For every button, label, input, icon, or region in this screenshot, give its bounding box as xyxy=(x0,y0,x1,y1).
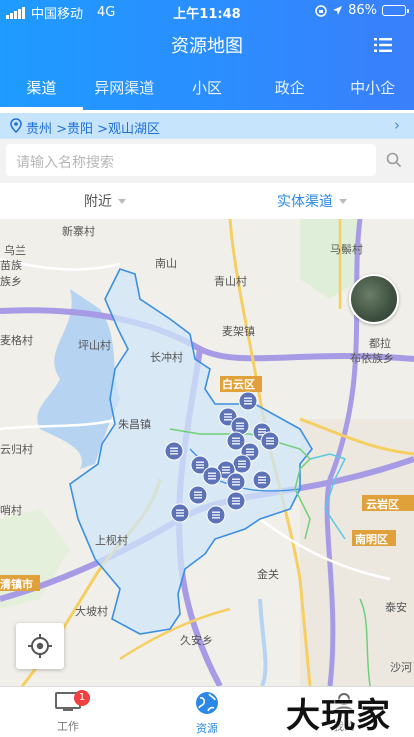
location-pin-icon xyxy=(10,118,22,133)
map-label: 长冲村 xyxy=(150,351,183,364)
tab-other-network-channel[interactable]: 异网渠道 xyxy=(83,70,166,110)
battery-icon xyxy=(382,5,409,16)
map-label: 朱昌镇 xyxy=(118,418,151,431)
tab-community[interactable]: 小区 xyxy=(166,70,249,110)
map-label: 坪山村 xyxy=(78,339,111,352)
map-label: 金关 xyxy=(257,568,279,581)
map-label: 新寨村 xyxy=(62,225,95,238)
satellite-layer-toggle[interactable] xyxy=(349,274,399,324)
map-label: 泰安 xyxy=(385,601,407,614)
map-label: 南山 xyxy=(155,257,177,270)
category-tabs: 渠道 异网渠道 小区 政企 中小企 xyxy=(0,70,414,110)
map-label: 哨村 xyxy=(0,504,22,517)
map-label: 白云区 xyxy=(222,378,255,391)
page-title: 资源地图 xyxy=(171,36,243,57)
nav-resources[interactable]: 资源 xyxy=(167,691,247,736)
channel-marker[interactable] xyxy=(226,491,246,511)
filter-bar: 附近 实体渠道 xyxy=(0,183,414,219)
map-label: 马鬃村 xyxy=(330,243,363,256)
channel-marker[interactable] xyxy=(202,466,222,486)
battery-percent: 86% xyxy=(348,3,377,18)
globe-icon xyxy=(196,692,218,714)
map-label: 沙河 xyxy=(390,661,412,674)
map-label: 上枧村 xyxy=(95,534,128,547)
channel-marker[interactable] xyxy=(188,485,208,505)
map-label: 青山村 xyxy=(214,275,247,288)
crosshair-icon xyxy=(28,634,52,658)
map-label: 族乡 xyxy=(0,275,22,288)
map-label: 清镇市 xyxy=(0,578,33,591)
search-input[interactable]: 请输入名称搜索 xyxy=(6,144,376,176)
channel-marker[interactable] xyxy=(206,505,226,525)
tab-government-enterprise[interactable]: 政企 xyxy=(248,70,331,110)
tab-channel[interactable]: 渠道 xyxy=(0,70,83,110)
caret-down-icon xyxy=(339,198,347,204)
region-breadcrumb[interactable]: 贵州 >贵阳 >观山湖区 › xyxy=(0,113,414,139)
map-label: 云归村 xyxy=(0,443,33,456)
channel-marker[interactable] xyxy=(260,431,280,451)
channel-type-filter-label: 实体渠道 xyxy=(277,194,333,210)
location-arrow-icon xyxy=(333,6,343,15)
notification-badge: 1 xyxy=(74,690,90,706)
map-label: 苗族 xyxy=(0,259,22,272)
nav-work-label: 工作 xyxy=(57,720,79,733)
nearby-filter-label: 附近 xyxy=(84,194,112,210)
search-placeholder: 请输入名称搜索 xyxy=(16,155,114,171)
channel-marker[interactable] xyxy=(170,503,190,523)
map-label: 大坡村 xyxy=(75,605,108,618)
channel-marker[interactable] xyxy=(226,472,246,492)
channel-marker[interactable] xyxy=(232,454,252,474)
search-icon[interactable] xyxy=(386,152,402,168)
map-label: 南明区 xyxy=(355,533,388,546)
channel-marker[interactable] xyxy=(252,470,272,490)
channel-marker[interactable] xyxy=(238,391,258,411)
map-label: 布依族乡 xyxy=(350,352,394,365)
nav-resources-label: 资源 xyxy=(196,722,218,735)
watermark: 大玩家 xyxy=(286,696,391,736)
map-label: 都拉 xyxy=(369,337,391,350)
region-path: 贵州 >贵阳 >观山湖区 xyxy=(26,122,161,137)
map-label: 乌兰 xyxy=(4,244,26,257)
status-bar: 中国移动 4G 上午11:48 86% xyxy=(0,0,414,22)
locate-button[interactable] xyxy=(16,623,64,669)
chevron-right-icon: › xyxy=(394,116,400,134)
resource-map[interactable]: 新寨村 苗族 族乡 乌兰 麦格村 坪山村 长冲村 南山 青山村 麦架镇 马鬃村 … xyxy=(0,219,414,686)
channel-type-filter[interactable]: 实体渠道 xyxy=(277,191,347,211)
app-header: 中国移动 4G 上午11:48 86% 资源地图 渠道 异网渠道 小区 政企 中… xyxy=(0,0,414,110)
map-label: 麦格村 xyxy=(0,334,33,347)
list-menu-icon[interactable] xyxy=(374,38,392,52)
nearby-filter[interactable]: 附近 xyxy=(84,191,126,211)
caret-down-icon xyxy=(118,198,126,204)
map-label: 云岩区 xyxy=(366,498,399,511)
nav-work[interactable]: 1 工作 xyxy=(28,690,108,734)
map-label: 久安乡 xyxy=(180,634,213,647)
rotation-lock-icon xyxy=(315,4,327,17)
map-label: 麦架镇 xyxy=(222,325,255,338)
tab-sme[interactable]: 中小企 xyxy=(331,70,414,110)
channel-marker[interactable] xyxy=(164,441,184,461)
